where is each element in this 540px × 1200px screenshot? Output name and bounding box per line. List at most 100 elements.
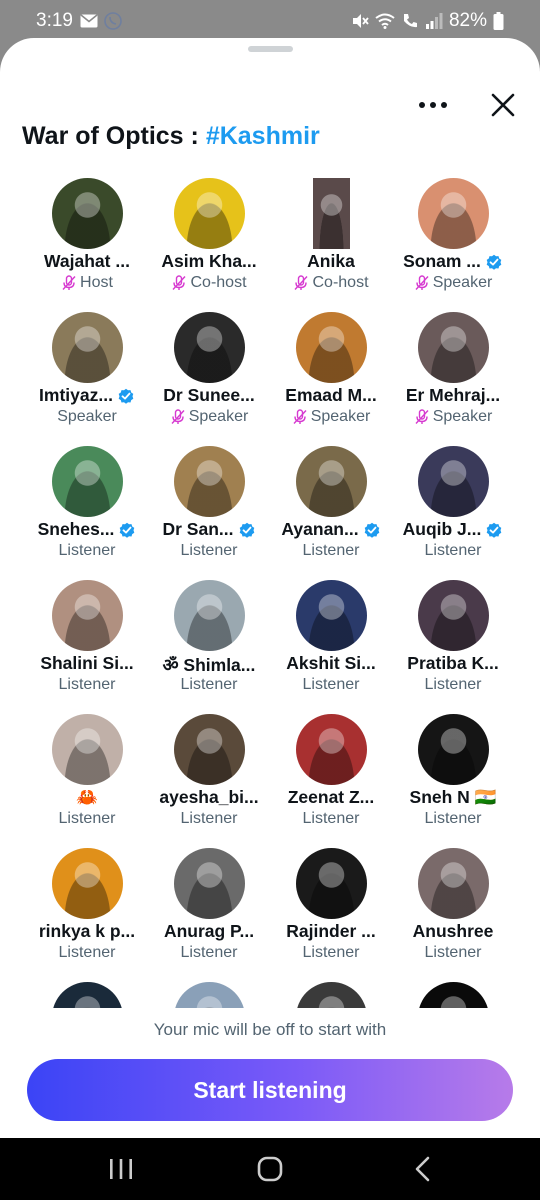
mic-note: Your mic will be off to start with: [153, 1020, 387, 1039]
avatar: [52, 580, 123, 651]
participant-card[interactable]: Anika Co-host: [270, 178, 392, 312]
status-time: 3:19: [36, 10, 73, 31]
avatar: [174, 580, 245, 651]
avatar: [174, 982, 245, 1008]
participant-name: 🦀: [76, 787, 98, 807]
mic-off-icon: [172, 275, 186, 290]
avatar: [313, 178, 350, 249]
verified-badge-icon: [364, 522, 379, 538]
participant-card[interactable]: rinkya k p... Listener: [26, 848, 148, 982]
participant-name: Dr Sunee...: [163, 385, 255, 405]
participant-name: Shalini Si...: [40, 653, 134, 673]
participant-role: Speaker: [392, 274, 514, 292]
participant-name: Zeenat Z...: [287, 787, 375, 807]
verified-badge-icon: [120, 522, 135, 538]
participant-card[interactable]: Er Mehraj... Speaker: [392, 312, 514, 446]
space-title-prefix: War of Optics :: [22, 122, 206, 150]
participant-card[interactable]: Akshit Si... Listener: [270, 580, 392, 714]
participant-card[interactable]: Shalini Si... Listener: [26, 580, 148, 714]
participant-role: Listener: [180, 944, 238, 961]
participant-card[interactable]: Imtiyaz... Speaker: [26, 312, 148, 446]
participant-card[interactable]: Zeenat Z... Listener: [270, 714, 392, 848]
participants-grid: Wajahat ... Host Asim Kha... Co-host Anika Co…: [26, 178, 514, 1008]
avatar: [174, 848, 245, 919]
recent-apps-icon[interactable]: [106, 1156, 136, 1182]
avatar: [418, 580, 489, 651]
participant-role: Speaker: [57, 408, 117, 425]
participant-name: Snehes...: [26, 519, 148, 540]
avatar: [52, 312, 123, 383]
participant-role: Listener: [424, 542, 482, 559]
participant-card[interactable]: Sneh N 🇮🇳 Listener: [392, 714, 514, 848]
mute-icon: [352, 14, 369, 28]
participant-card[interactable]: [270, 982, 392, 1008]
participant-card[interactable]: Emaad M... Speaker: [270, 312, 392, 446]
verified-badge-icon: [486, 254, 502, 270]
participant-card[interactable]: Rajinder ... Listener: [270, 848, 392, 982]
mic-off-icon: [293, 409, 307, 424]
participant-role: Listener: [58, 542, 116, 559]
participant-name: Sneh N 🇮🇳: [409, 787, 497, 807]
participant-card[interactable]: Dr Sunee... Speaker: [148, 312, 270, 446]
participant-card[interactable]: Snehes... Listener: [26, 446, 148, 580]
participant-name: Sonam ...: [392, 251, 514, 272]
participant-card[interactable]: [26, 982, 148, 1008]
participant-role: Listener: [58, 676, 116, 693]
mic-off-icon: [62, 275, 76, 290]
verified-badge-icon: [239, 522, 254, 538]
participant-name: Wajahat ...: [44, 251, 130, 271]
avatar: [418, 714, 489, 785]
participant-card[interactable]: [148, 982, 270, 1008]
participant-role: Listener: [302, 944, 360, 961]
back-icon[interactable]: [408, 1156, 438, 1182]
close-icon[interactable]: [486, 88, 520, 122]
participant-role: Listener: [180, 810, 238, 827]
participant-name: Ayanan...: [270, 519, 392, 540]
participant-role: Co-host: [148, 274, 270, 292]
participant-name: ॐ Shimla...: [162, 655, 256, 675]
participant-name: Imtiyaz...: [26, 385, 148, 406]
avatar: [418, 446, 489, 517]
participant-role: Listener: [424, 944, 482, 961]
space-title: War of Optics : #Kashmir: [22, 122, 320, 151]
participant-card[interactable]: Dr San... Listener: [148, 446, 270, 580]
start-listening-button[interactable]: Start listening: [27, 1059, 513, 1121]
home-icon[interactable]: [255, 1156, 285, 1182]
participant-role: Listener: [424, 810, 482, 827]
drag-handle[interactable]: [248, 46, 293, 52]
participant-name: Er Mehraj...: [405, 385, 501, 405]
participant-card[interactable]: Sonam ... Speaker: [392, 178, 514, 312]
avatar: [52, 446, 123, 517]
space-title-hashtag[interactable]: #Kashmir: [206, 122, 320, 150]
participant-card[interactable]: Wajahat ... Host: [26, 178, 148, 312]
avatar: [174, 178, 245, 249]
participant-name: rinkya k p...: [38, 921, 136, 941]
participant-name: Pratiba K...: [407, 653, 499, 673]
avatar: [52, 982, 123, 1008]
avatar: [296, 312, 367, 383]
mic-off-icon: [415, 409, 429, 424]
participant-card[interactable]: Anushree Listener: [392, 848, 514, 982]
participant-card[interactable]: Ayanan... Listener: [270, 446, 392, 580]
participant-role: Listener: [180, 542, 238, 559]
participant-role: Listener: [302, 810, 360, 827]
battery-percent: 82%: [448, 10, 487, 31]
participant-card[interactable]: Asim Kha... Co-host: [148, 178, 270, 312]
participant-card[interactable]: 🦀 Listener: [26, 714, 148, 848]
participant-card[interactable]: Pratiba K... Listener: [392, 580, 514, 714]
avatar: [174, 312, 245, 383]
more-options-button[interactable]: [412, 90, 454, 120]
participant-card[interactable]: ॐ Shimla... Listener: [148, 580, 270, 714]
participant-name: Anushree: [412, 921, 494, 941]
phone-app-icon: [104, 12, 122, 30]
participant-card[interactable]: Auqib J... Listener: [392, 446, 514, 580]
participant-card[interactable]: Anurag P... Listener: [148, 848, 270, 982]
participant-card[interactable]: ayesha_bi... Listener: [148, 714, 270, 848]
battery-icon: [493, 12, 504, 30]
mic-off-icon: [171, 409, 185, 424]
avatar: [52, 714, 123, 785]
participant-card[interactable]: [392, 982, 514, 1008]
participant-name: ayesha_bi...: [159, 787, 259, 807]
avatar: [296, 446, 367, 517]
avatar: [52, 848, 123, 919]
